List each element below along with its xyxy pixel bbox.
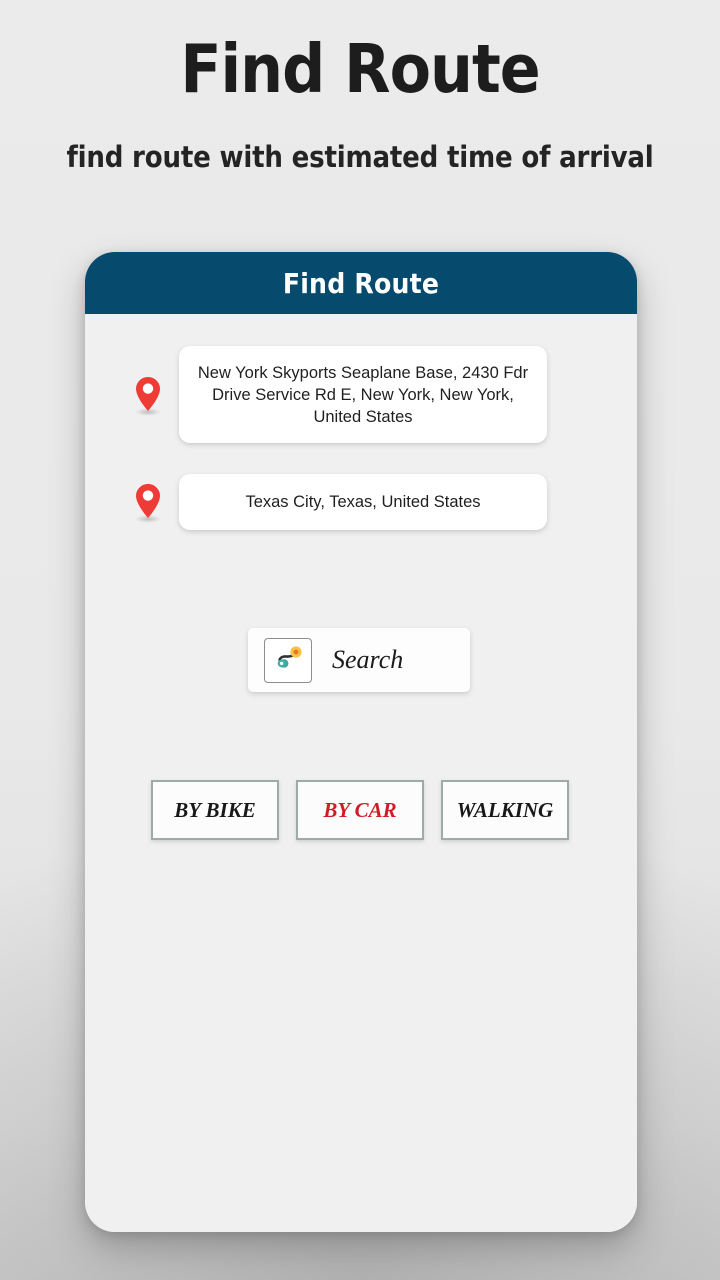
promo-subtitle: find route with estimated time of arriva…	[66, 140, 654, 174]
map-pin-icon	[131, 481, 165, 523]
phone-screenshot-card: Find Route New York Skyports Seaplane Ba…	[85, 252, 637, 1232]
route-icon	[264, 637, 312, 683]
promo-title: Find Route	[180, 30, 540, 108]
travel-mode-walking[interactable]: WALKING	[441, 780, 569, 840]
app-bar-title: Find Route	[282, 266, 440, 300]
search-button[interactable]: Search	[248, 628, 470, 692]
travel-mode-group: BY BIKE BY CAR WALKING	[151, 780, 569, 840]
app-bar: Find Route	[85, 252, 637, 314]
app-screen: New York Skyports Seaplane Base, 2430 Fd…	[85, 314, 637, 1232]
travel-mode-by-car[interactable]: BY CAR	[296, 780, 424, 840]
origin-row: New York Skyports Seaplane Base, 2430 Fd…	[131, 346, 547, 443]
map-pin-icon	[131, 374, 165, 416]
search-button-label: Search	[332, 645, 404, 674]
travel-mode-by-bike[interactable]: BY BIKE	[151, 780, 279, 840]
destination-input[interactable]: Texas City, Texas, United States	[179, 474, 547, 530]
destination-row: Texas City, Texas, United States	[131, 474, 547, 530]
origin-input[interactable]: New York Skyports Seaplane Base, 2430 Fd…	[179, 346, 547, 443]
promo-page: Find Route find route with estimated tim…	[0, 0, 720, 1280]
